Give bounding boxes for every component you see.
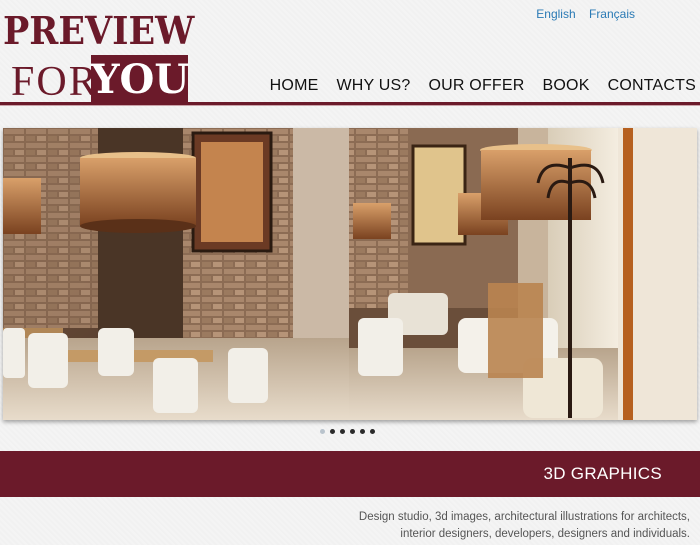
lang-english-link[interactable]: English: [536, 7, 575, 21]
nav-our-offer[interactable]: OUR OFFER: [429, 74, 525, 98]
logo-preview-text: PREVIEW: [3, 8, 195, 53]
lang-french-link[interactable]: Français: [589, 7, 635, 21]
hero-slider[interactable]: [3, 128, 697, 420]
hero-slide-image: [3, 128, 697, 420]
nav-book[interactable]: BOOK: [543, 74, 590, 98]
nav-divider-shadow: [0, 105, 700, 106]
slider-dots: [320, 429, 380, 434]
slider-dot[interactable]: [320, 429, 325, 434]
nav-home[interactable]: HOME: [270, 74, 319, 98]
site-logo[interactable]: PREVIEW FOR YOU: [3, 8, 195, 106]
main-nav: HOME WHY US? OUR OFFER BOOK CONTACTS: [252, 74, 696, 98]
slider-dot[interactable]: [370, 429, 375, 434]
slider-dot[interactable]: [330, 429, 335, 434]
section-title: 3D GRAPHICS: [543, 464, 662, 483]
nav-why-us[interactable]: WHY US?: [336, 74, 410, 98]
logo-you-text: YOU: [91, 56, 190, 103]
studio-description: Design studio, 3d images, architectural …: [270, 509, 690, 543]
logo-you-box: YOU: [91, 55, 190, 105]
language-switch: English Français: [526, 7, 635, 21]
logo-for-text: FOR: [11, 59, 99, 105]
section-band: 3D GRAPHICS: [0, 451, 700, 497]
description-line-1: Design studio, 3d images, architectural …: [358, 511, 690, 523]
description-line-2: interior designers, developers, designer…: [400, 528, 690, 540]
slider-dot[interactable]: [360, 429, 365, 434]
slider-dot[interactable]: [350, 429, 355, 434]
nav-contacts[interactable]: CONTACTS: [608, 74, 696, 98]
slider-dot[interactable]: [340, 429, 345, 434]
